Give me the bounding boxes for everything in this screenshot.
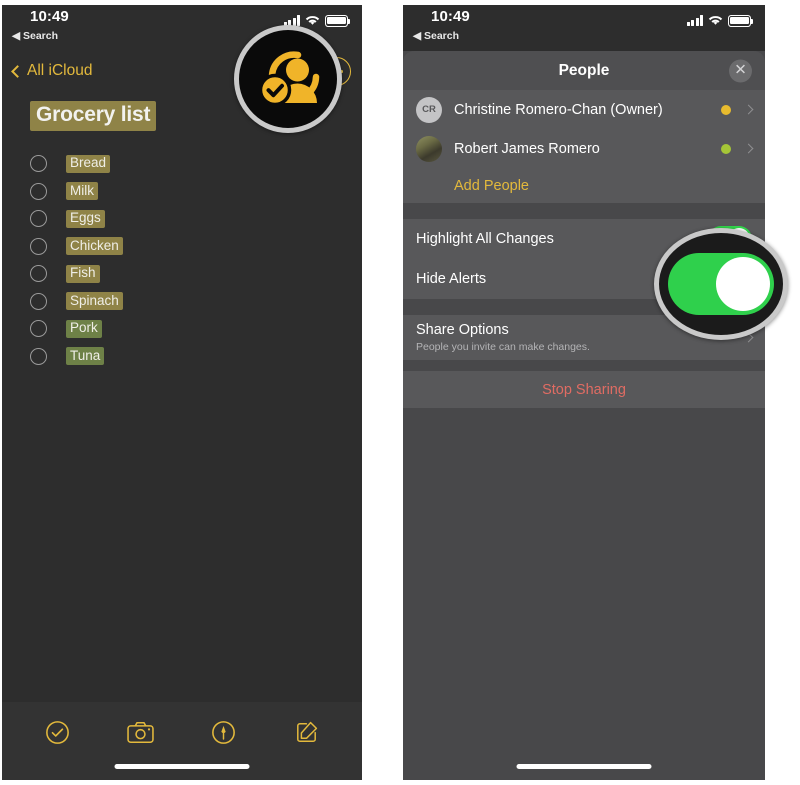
list-item[interactable]: Tuna: [30, 343, 330, 371]
list-item-label: Pork: [66, 319, 102, 338]
status-time: 10:49: [431, 8, 470, 25]
list-item[interactable]: Bread: [30, 150, 330, 178]
checkbox-icon[interactable]: [30, 292, 47, 310]
compose-icon: [296, 721, 317, 742]
checkmark-circle-icon: [46, 720, 69, 744]
list-item-label: Milk: [66, 182, 98, 201]
status-badge: [721, 143, 731, 154]
highlight-changes-toggle-magnifier-callout[interactable]: [654, 228, 788, 340]
right-status-bar: 10:49 ◀ Search: [403, 5, 765, 51]
list-item[interactable]: Pork: [30, 315, 330, 343]
status-back-search[interactable]: ◀ Search: [413, 30, 459, 42]
screenshot-stage: 10:49 ◀ Search All iCloud Grocery list B…: [0, 0, 800, 785]
note-toolbar: [2, 702, 362, 780]
table-row[interactable]: CR Christine Romero-Chan (Owner): [403, 90, 765, 129]
status-back-search[interactable]: ◀ Search: [12, 30, 58, 42]
list-item[interactable]: Chicken: [30, 233, 330, 261]
list-item-label: Bread: [66, 154, 111, 173]
list-item[interactable]: Spinach: [30, 288, 330, 316]
table-row[interactable]: Robert James Romero: [403, 129, 765, 168]
list-item-label: Fish: [66, 264, 100, 283]
avatar: [416, 135, 442, 162]
right-phone-screen: 10:49 ◀ Search People ✕ CR Christine Rom…: [403, 5, 765, 780]
setting-label: Highlight All Changes: [416, 231, 554, 247]
list-item[interactable]: Fish: [30, 260, 330, 288]
status-indicators: [686, 15, 754, 27]
chevron-left-icon: [11, 64, 24, 78]
note-title[interactable]: Grocery list: [30, 101, 157, 131]
checkbox-icon[interactable]: [30, 155, 47, 173]
home-indicator: [516, 764, 652, 769]
list-item-label: Spinach: [66, 292, 123, 311]
back-to-all-icloud-button[interactable]: All iCloud: [11, 62, 93, 80]
add-people-button[interactable]: Add People: [403, 168, 765, 203]
share-person-checkmark-icon: [258, 51, 320, 107]
chevron-right-icon: [743, 143, 754, 154]
share-options-subtitle: People you invite can make changes.: [416, 340, 590, 353]
checkbox-icon[interactable]: [30, 210, 47, 228]
share-button-magnifier-callout[interactable]: [234, 25, 342, 133]
chevron-right-icon: [743, 104, 754, 115]
status-time: 10:49: [30, 8, 69, 25]
camera-icon: [127, 721, 154, 743]
person-name: Robert James Romero: [454, 140, 600, 157]
list-item-label: Chicken: [66, 237, 123, 256]
stop-sharing-label: Stop Sharing: [542, 381, 626, 398]
section-divider: [403, 408, 765, 421]
checkbox-icon[interactable]: [30, 237, 47, 255]
close-icon: ✕: [734, 61, 747, 79]
list-item-label: Eggs: [66, 209, 105, 228]
markup-button[interactable]: [207, 715, 241, 749]
section-divider: [403, 360, 765, 371]
toggle-knob: [716, 257, 770, 311]
close-button[interactable]: ✕: [729, 59, 752, 82]
list-item-label: Tuna: [66, 347, 105, 366]
status-badge: [721, 104, 731, 115]
back-button-label: All iCloud: [27, 62, 93, 79]
markup-pen-circle-icon: [212, 720, 235, 744]
battery-icon: [325, 15, 351, 27]
setting-label: Hide Alerts: [416, 271, 487, 287]
checkbox-icon[interactable]: [30, 347, 47, 365]
list-item[interactable]: Milk: [30, 178, 330, 206]
avatar: CR: [416, 96, 442, 123]
compose-button[interactable]: [290, 715, 324, 749]
people-sheet: People ✕ CR Christine Romero-Chan (Owner…: [403, 51, 765, 780]
sheet-header: People ✕: [403, 51, 765, 90]
checklist-button[interactable]: [41, 715, 75, 749]
section-divider: [403, 203, 765, 219]
battery-icon: [728, 15, 754, 27]
camera-button[interactable]: [124, 715, 158, 749]
wifi-icon: [305, 16, 320, 25]
stop-sharing-button[interactable]: Stop Sharing: [403, 371, 765, 408]
page-title: People: [558, 61, 610, 79]
toggle-switch-on[interactable]: [668, 253, 774, 315]
wifi-icon: [708, 16, 723, 25]
home-indicator: [114, 764, 250, 769]
stop-sharing-group: Stop Sharing: [403, 371, 765, 408]
checkbox-icon[interactable]: [30, 182, 47, 200]
checkbox-icon[interactable]: [30, 265, 47, 283]
add-people-label: Add People: [454, 177, 529, 194]
checkbox-icon[interactable]: [30, 320, 47, 338]
checklist: Bread Milk Eggs Chicken Fish Spinach Por…: [30, 150, 330, 370]
cellular-bars-icon: [686, 15, 703, 27]
list-item[interactable]: Eggs: [30, 205, 330, 233]
people-group: CR Christine Romero-Chan (Owner) Robert …: [403, 90, 765, 203]
person-name: Christine Romero-Chan (Owner): [454, 101, 663, 118]
